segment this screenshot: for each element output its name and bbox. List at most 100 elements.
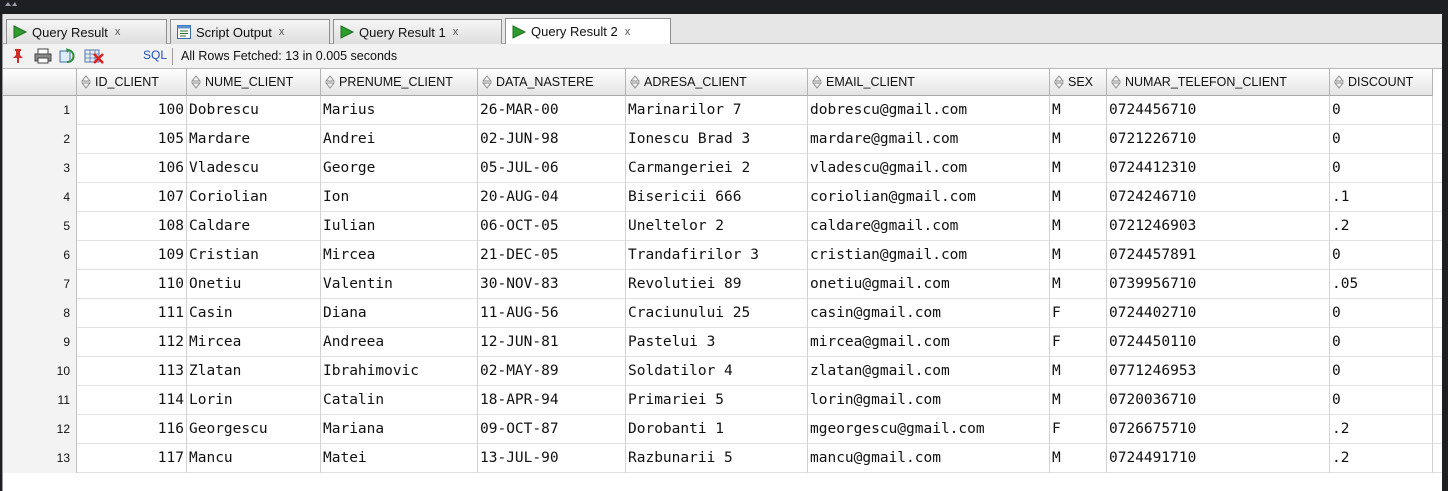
column-header-email-client[interactable]: EMAIL_CLIENT bbox=[808, 69, 1050, 96]
adresa-client-cell[interactable]: Pastelui 3 bbox=[626, 328, 808, 357]
table-row[interactable]: 12 116 Georgescu Mariana 09-OCT-87 Dorobanti … bbox=[3, 415, 1445, 444]
table-row[interactable]: 5 108 Caldare Iulian 06-OCT-05 Uneltelor 2 cal… bbox=[3, 212, 1445, 241]
email-client-cell[interactable]: mgeorgescu@gmail.com bbox=[808, 415, 1050, 444]
discount-cell[interactable]: 0 bbox=[1330, 96, 1433, 125]
sex-cell[interactable]: M bbox=[1050, 270, 1107, 299]
numar-telefon-client-cell[interactable]: 0724450110 bbox=[1107, 328, 1330, 357]
row-number[interactable]: 12 bbox=[3, 415, 77, 444]
discount-cell[interactable]: .1 bbox=[1330, 183, 1433, 212]
row-number[interactable]: 1 bbox=[3, 96, 77, 125]
nume-client-cell[interactable]: Mircea bbox=[187, 328, 321, 357]
id-client-cell[interactable]: 112 bbox=[77, 328, 187, 357]
data-nastere-cell[interactable]: 18-APR-94 bbox=[478, 386, 626, 415]
numar-telefon-client-cell[interactable]: 0726675710 bbox=[1107, 415, 1330, 444]
data-nastere-cell[interactable]: 06-OCT-05 bbox=[478, 212, 626, 241]
prenume-client-cell[interactable]: Ion bbox=[321, 183, 478, 212]
discount-cell[interactable]: 0 bbox=[1330, 299, 1433, 328]
id-client-cell[interactable]: 109 bbox=[77, 241, 187, 270]
email-client-cell[interactable]: mancu@gmail.com bbox=[808, 444, 1050, 473]
row-number[interactable]: 10 bbox=[3, 357, 77, 386]
email-client-cell[interactable]: coriolian@gmail.com bbox=[808, 183, 1050, 212]
adresa-client-cell[interactable]: Dorobanti 1 bbox=[626, 415, 808, 444]
sex-cell[interactable]: F bbox=[1050, 415, 1107, 444]
id-client-cell[interactable]: 110 bbox=[77, 270, 187, 299]
table-row[interactable]: 8 111 Casin Diana 11-AUG-56 Craciunului 25 cas… bbox=[3, 299, 1445, 328]
nume-client-cell[interactable]: Mardare bbox=[187, 125, 321, 154]
delete-icon[interactable] bbox=[84, 47, 104, 65]
prenume-client-cell[interactable]: George bbox=[321, 154, 478, 183]
adresa-client-cell[interactable]: Uneltelor 2 bbox=[626, 212, 808, 241]
numar-telefon-client-cell[interactable]: 0724456710 bbox=[1107, 96, 1330, 125]
id-client-cell[interactable]: 117 bbox=[77, 444, 187, 473]
nume-client-cell[interactable]: Dobrescu bbox=[187, 96, 321, 125]
row-number[interactable]: 2 bbox=[3, 125, 77, 154]
discount-cell[interactable]: .2 bbox=[1330, 444, 1433, 473]
table-row[interactable]: 9 112 Mircea Andreea 12-JUN-81 Pastelui 3 mirc… bbox=[3, 328, 1445, 357]
row-number-header[interactable] bbox=[3, 69, 77, 96]
prenume-client-cell[interactable]: Valentin bbox=[321, 270, 478, 299]
sex-cell[interactable]: M bbox=[1050, 125, 1107, 154]
table-row[interactable]: 13 117 Mancu Matei 13-JUL-90 Razbunarii 5 manc… bbox=[3, 444, 1445, 473]
nume-client-cell[interactable]: Mancu bbox=[187, 444, 321, 473]
nume-client-cell[interactable]: Coriolian bbox=[187, 183, 321, 212]
row-number[interactable]: 4 bbox=[3, 183, 77, 212]
column-header-adresa-client[interactable]: ADRESA_CLIENT bbox=[626, 69, 808, 96]
id-client-cell[interactable]: 113 bbox=[77, 357, 187, 386]
adresa-client-cell[interactable]: Razbunarii 5 bbox=[626, 444, 808, 473]
nume-client-cell[interactable]: Vladescu bbox=[187, 154, 321, 183]
email-client-cell[interactable]: mardare@gmail.com bbox=[808, 125, 1050, 154]
discount-cell[interactable]: .2 bbox=[1330, 415, 1433, 444]
prenume-client-cell[interactable]: Mariana bbox=[321, 415, 478, 444]
adresa-client-cell[interactable]: Ionescu Brad 3 bbox=[626, 125, 808, 154]
row-number[interactable]: 3 bbox=[3, 154, 77, 183]
discount-cell[interactable]: 0 bbox=[1330, 154, 1433, 183]
numar-telefon-client-cell[interactable]: 0721226710 bbox=[1107, 125, 1330, 154]
sex-cell[interactable]: F bbox=[1050, 299, 1107, 328]
sex-cell[interactable]: M bbox=[1050, 96, 1107, 125]
tab-query-result-2[interactable]: Query Result 2 x bbox=[505, 18, 671, 44]
numar-telefon-client-cell[interactable]: 0721246903 bbox=[1107, 212, 1330, 241]
email-client-cell[interactable]: caldare@gmail.com bbox=[808, 212, 1050, 241]
adresa-client-cell[interactable]: Bisericii 666 bbox=[626, 183, 808, 212]
email-client-cell[interactable]: lorin@gmail.com bbox=[808, 386, 1050, 415]
sex-cell[interactable]: M bbox=[1050, 357, 1107, 386]
nume-client-cell[interactable]: Lorin bbox=[187, 386, 321, 415]
table-row[interactable]: 6 109 Cristian Mircea 21-DEC-05 Trandafirilor… bbox=[3, 241, 1445, 270]
nume-client-cell[interactable]: Cristian bbox=[187, 241, 321, 270]
adresa-client-cell[interactable]: Revolutiei 89 bbox=[626, 270, 808, 299]
email-client-cell[interactable]: onetiu@gmail.com bbox=[808, 270, 1050, 299]
id-client-cell[interactable]: 106 bbox=[77, 154, 187, 183]
numar-telefon-client-cell[interactable]: 0724246710 bbox=[1107, 183, 1330, 212]
discount-cell[interactable]: .2 bbox=[1330, 212, 1433, 241]
table-row[interactable]: 4 107 Coriolian Ion 20-AUG-04 Bisericii 666 co… bbox=[3, 183, 1445, 212]
id-client-cell[interactable]: 100 bbox=[77, 96, 187, 125]
sql-button[interactable]: SQL bbox=[143, 48, 167, 62]
numar-telefon-client-cell[interactable]: 0771246953 bbox=[1107, 357, 1330, 386]
numar-telefon-client-cell[interactable]: 0724402710 bbox=[1107, 299, 1330, 328]
prenume-client-cell[interactable]: Andreea bbox=[321, 328, 478, 357]
sex-cell[interactable]: M bbox=[1050, 154, 1107, 183]
tab-query-result[interactable]: Query Result x bbox=[6, 19, 167, 44]
data-nastere-cell[interactable]: 05-JUL-06 bbox=[478, 154, 626, 183]
sex-cell[interactable]: M bbox=[1050, 444, 1107, 473]
nume-client-cell[interactable]: Casin bbox=[187, 299, 321, 328]
prenume-client-cell[interactable]: Marius bbox=[321, 96, 478, 125]
row-number[interactable]: 7 bbox=[3, 270, 77, 299]
email-client-cell[interactable]: zlatan@gmail.com bbox=[808, 357, 1050, 386]
data-nastere-cell[interactable]: 11-AUG-56 bbox=[478, 299, 626, 328]
prenume-client-cell[interactable]: Matei bbox=[321, 444, 478, 473]
data-nastere-cell[interactable]: 02-MAY-89 bbox=[478, 357, 626, 386]
column-header-nume-client[interactable]: NUME_CLIENT bbox=[187, 69, 321, 96]
nume-client-cell[interactable]: Georgescu bbox=[187, 415, 321, 444]
adresa-client-cell[interactable]: Trandafirilor 3 bbox=[626, 241, 808, 270]
row-number[interactable]: 6 bbox=[3, 241, 77, 270]
discount-cell[interactable]: 0 bbox=[1330, 357, 1433, 386]
data-nastere-cell[interactable]: 20-AUG-04 bbox=[478, 183, 626, 212]
numar-telefon-client-cell[interactable]: 0724412310 bbox=[1107, 154, 1330, 183]
data-nastere-cell[interactable]: 21-DEC-05 bbox=[478, 241, 626, 270]
prenume-client-cell[interactable]: Catalin bbox=[321, 386, 478, 415]
table-row[interactable]: 7 110 Onetiu Valentin 30-NOV-83 Revolutiei 89… bbox=[3, 270, 1445, 299]
id-client-cell[interactable]: 105 bbox=[77, 125, 187, 154]
row-number[interactable]: 8 bbox=[3, 299, 77, 328]
discount-cell[interactable]: 0 bbox=[1330, 241, 1433, 270]
